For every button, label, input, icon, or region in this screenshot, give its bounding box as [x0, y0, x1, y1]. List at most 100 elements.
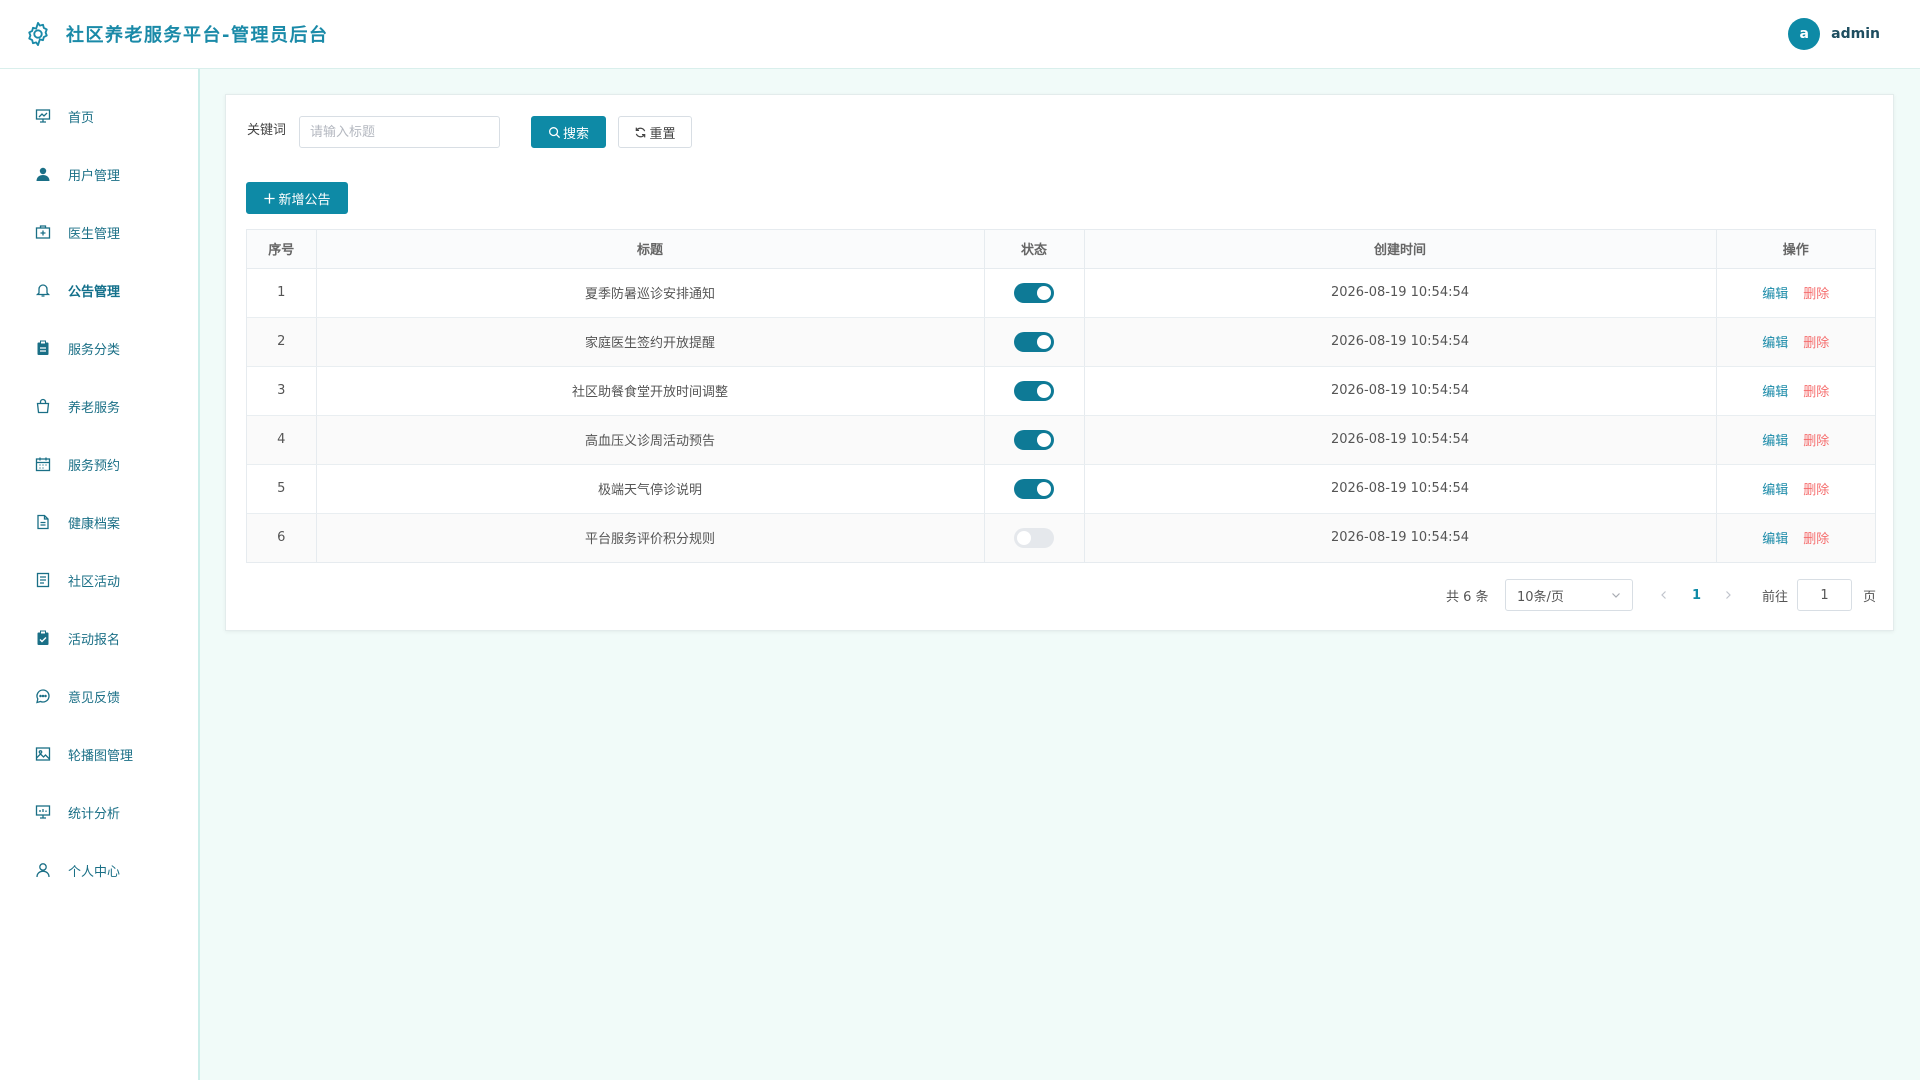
sidebar-item-doctors[interactable]: 医生管理 [0, 212, 198, 252]
row-status [984, 268, 1085, 318]
keyword-input[interactable] [299, 116, 500, 148]
sidebar-item-label: 个人中心 [68, 864, 121, 880]
user-icon [34, 165, 52, 183]
edit-link[interactable]: 编辑 [1762, 287, 1788, 302]
chevron-down-icon [1612, 593, 1620, 598]
delete-link[interactable]: 删除 [1803, 385, 1829, 400]
plus-icon [264, 192, 276, 204]
sidebar-item-home[interactable]: 首页 [0, 96, 198, 136]
bell-icon [34, 281, 52, 299]
search-icon [549, 126, 561, 138]
chevron-right-icon [1726, 591, 1731, 599]
search-button-label: 搜索 [562, 126, 589, 142]
add-announcement-label: 新增公告 [278, 192, 331, 208]
table-row: 2 家庭医生签约开放提醒 2026-08-19 10:54:54 编辑 删除 [247, 317, 1875, 367]
row-created: 2026-08-19 10:54:54 [1084, 268, 1717, 318]
edit-link[interactable]: 编辑 [1762, 385, 1788, 400]
delete-link[interactable]: 删除 [1803, 483, 1829, 498]
row-index: 6 [247, 513, 317, 562]
sidebar-item-label: 意见反馈 [68, 690, 121, 706]
row-actions: 编辑 删除 [1716, 513, 1875, 562]
announcement-table: 序号 标题 状态 创建时间 操作 1 夏季防暑巡诊安排通知 2026-08-19… [246, 229, 1876, 563]
shopping-bag-icon [34, 397, 52, 415]
sidebar-item-label: 统计分析 [68, 806, 121, 822]
row-actions: 编辑 删除 [1716, 317, 1875, 367]
status-toggle[interactable] [1014, 331, 1054, 352]
page-size-select[interactable]: 10条/页 [1505, 579, 1633, 611]
sidebar-item-feedback[interactable]: 意见反馈 [0, 676, 198, 716]
edit-link[interactable]: 编辑 [1762, 483, 1788, 498]
sidebar-item-service-categories[interactable]: 服务分类 [0, 328, 198, 368]
page-size-value: 10条/页 [1517, 589, 1564, 605]
gear-icon [28, 21, 48, 47]
sidebar-item-label: 健康档案 [68, 516, 121, 532]
row-actions: 编辑 删除 [1716, 366, 1875, 416]
edit-link[interactable]: 编辑 [1762, 532, 1788, 547]
user-menu[interactable]: a admin [1788, 18, 1880, 50]
table-row: 1 夏季防暑巡诊安排通知 2026-08-19 10:54:54 编辑 删除 [247, 268, 1875, 318]
sidebar-item-label: 养老服务 [68, 400, 121, 416]
sidebar-item-appointments[interactable]: 服务预约 [0, 444, 198, 484]
sidebar-item-label: 轮播图管理 [68, 748, 134, 764]
top-header: 社区养老服务平台-管理员后台 a admin [0, 0, 1920, 69]
sidebar-item-activity-signups[interactable]: 活动报名 [0, 618, 198, 658]
sidebar-item-label: 公告管理 [68, 284, 121, 300]
row-title: 社区助餐食堂开放时间调整 [316, 366, 985, 416]
row-index: 5 [247, 464, 317, 514]
row-created: 2026-08-19 10:54:54 [1084, 513, 1717, 562]
row-actions: 编辑 删除 [1716, 415, 1875, 465]
sidebar-item-profile[interactable]: 个人中心 [0, 850, 198, 890]
delete-link[interactable]: 删除 [1803, 434, 1829, 449]
sidebar: 首页 用户管理 医生管理 公告管理 服务分类 养老服务 服务预约 健康档案 社区… [0, 69, 200, 1080]
table-row: 4 高血压义诊周活动预告 2026-08-19 10:54:54 编辑 删除 [247, 415, 1875, 465]
checked-clipboard-icon [34, 629, 52, 647]
row-status [984, 513, 1085, 562]
status-toggle[interactable] [1014, 380, 1054, 401]
chart-board-icon [34, 803, 52, 821]
row-status [984, 317, 1085, 367]
delete-link[interactable]: 删除 [1803, 532, 1829, 547]
row-actions: 编辑 删除 [1716, 464, 1875, 514]
status-toggle[interactable] [1014, 282, 1054, 303]
sidebar-item-announcements[interactable]: 公告管理 [0, 270, 198, 310]
reset-button[interactable]: 重置 [618, 116, 692, 148]
add-announcement-button[interactable]: 新增公告 [246, 182, 348, 214]
row-index: 3 [247, 366, 317, 416]
announcement-panel: 关键词 搜索 重置 新增公告 序号 标题 状态 创建时间 操作 [225, 94, 1894, 631]
delete-link[interactable]: 删除 [1803, 336, 1829, 351]
username[interactable]: admin [1831, 26, 1880, 42]
status-toggle[interactable] [1014, 429, 1054, 450]
column-header-created: 创建时间 [1084, 230, 1717, 269]
reset-button-label: 重置 [649, 126, 676, 142]
prev-page-button[interactable] [1659, 579, 1669, 611]
page-number-current[interactable]: 1 [1692, 579, 1701, 611]
avatar[interactable]: a [1788, 18, 1821, 50]
edit-link[interactable]: 编辑 [1762, 336, 1788, 351]
row-title: 极端天气停诊说明 [316, 464, 985, 514]
table-header-row: 序号 标题 状态 创建时间 操作 [247, 230, 1875, 269]
sidebar-item-health-records[interactable]: 健康档案 [0, 502, 198, 542]
sidebar-item-label: 首页 [68, 110, 95, 126]
next-page-button[interactable] [1723, 579, 1733, 611]
column-header-title: 标题 [316, 230, 985, 269]
row-title: 平台服务评价积分规则 [316, 513, 985, 562]
sidebar-item-elder-services[interactable]: 养老服务 [0, 386, 198, 426]
goto-label: 前往 [1762, 589, 1789, 605]
goto-page-input[interactable] [1797, 579, 1852, 611]
row-created: 2026-08-19 10:54:54 [1084, 366, 1717, 416]
row-actions: 编辑 删除 [1716, 268, 1875, 318]
sidebar-item-statistics[interactable]: 统计分析 [0, 792, 198, 832]
table-row: 5 极端天气停诊说明 2026-08-19 10:54:54 编辑 删除 [247, 464, 1875, 514]
sidebar-item-community-activities[interactable]: 社区活动 [0, 560, 198, 600]
status-toggle[interactable] [1014, 527, 1054, 548]
status-toggle[interactable] [1014, 478, 1054, 499]
search-button[interactable]: 搜索 [531, 116, 606, 148]
edit-link[interactable]: 编辑 [1762, 434, 1788, 449]
picture-icon [34, 745, 52, 763]
sidebar-item-users[interactable]: 用户管理 [0, 154, 198, 194]
sidebar-item-carousel[interactable]: 轮播图管理 [0, 734, 198, 774]
row-status [984, 366, 1085, 416]
delete-link[interactable]: 删除 [1803, 287, 1829, 302]
app-title: 社区养老服务平台-管理员后台 [66, 25, 329, 46]
table-row: 6 平台服务评价积分规则 2026-08-19 10:54:54 编辑 删除 [247, 513, 1875, 562]
